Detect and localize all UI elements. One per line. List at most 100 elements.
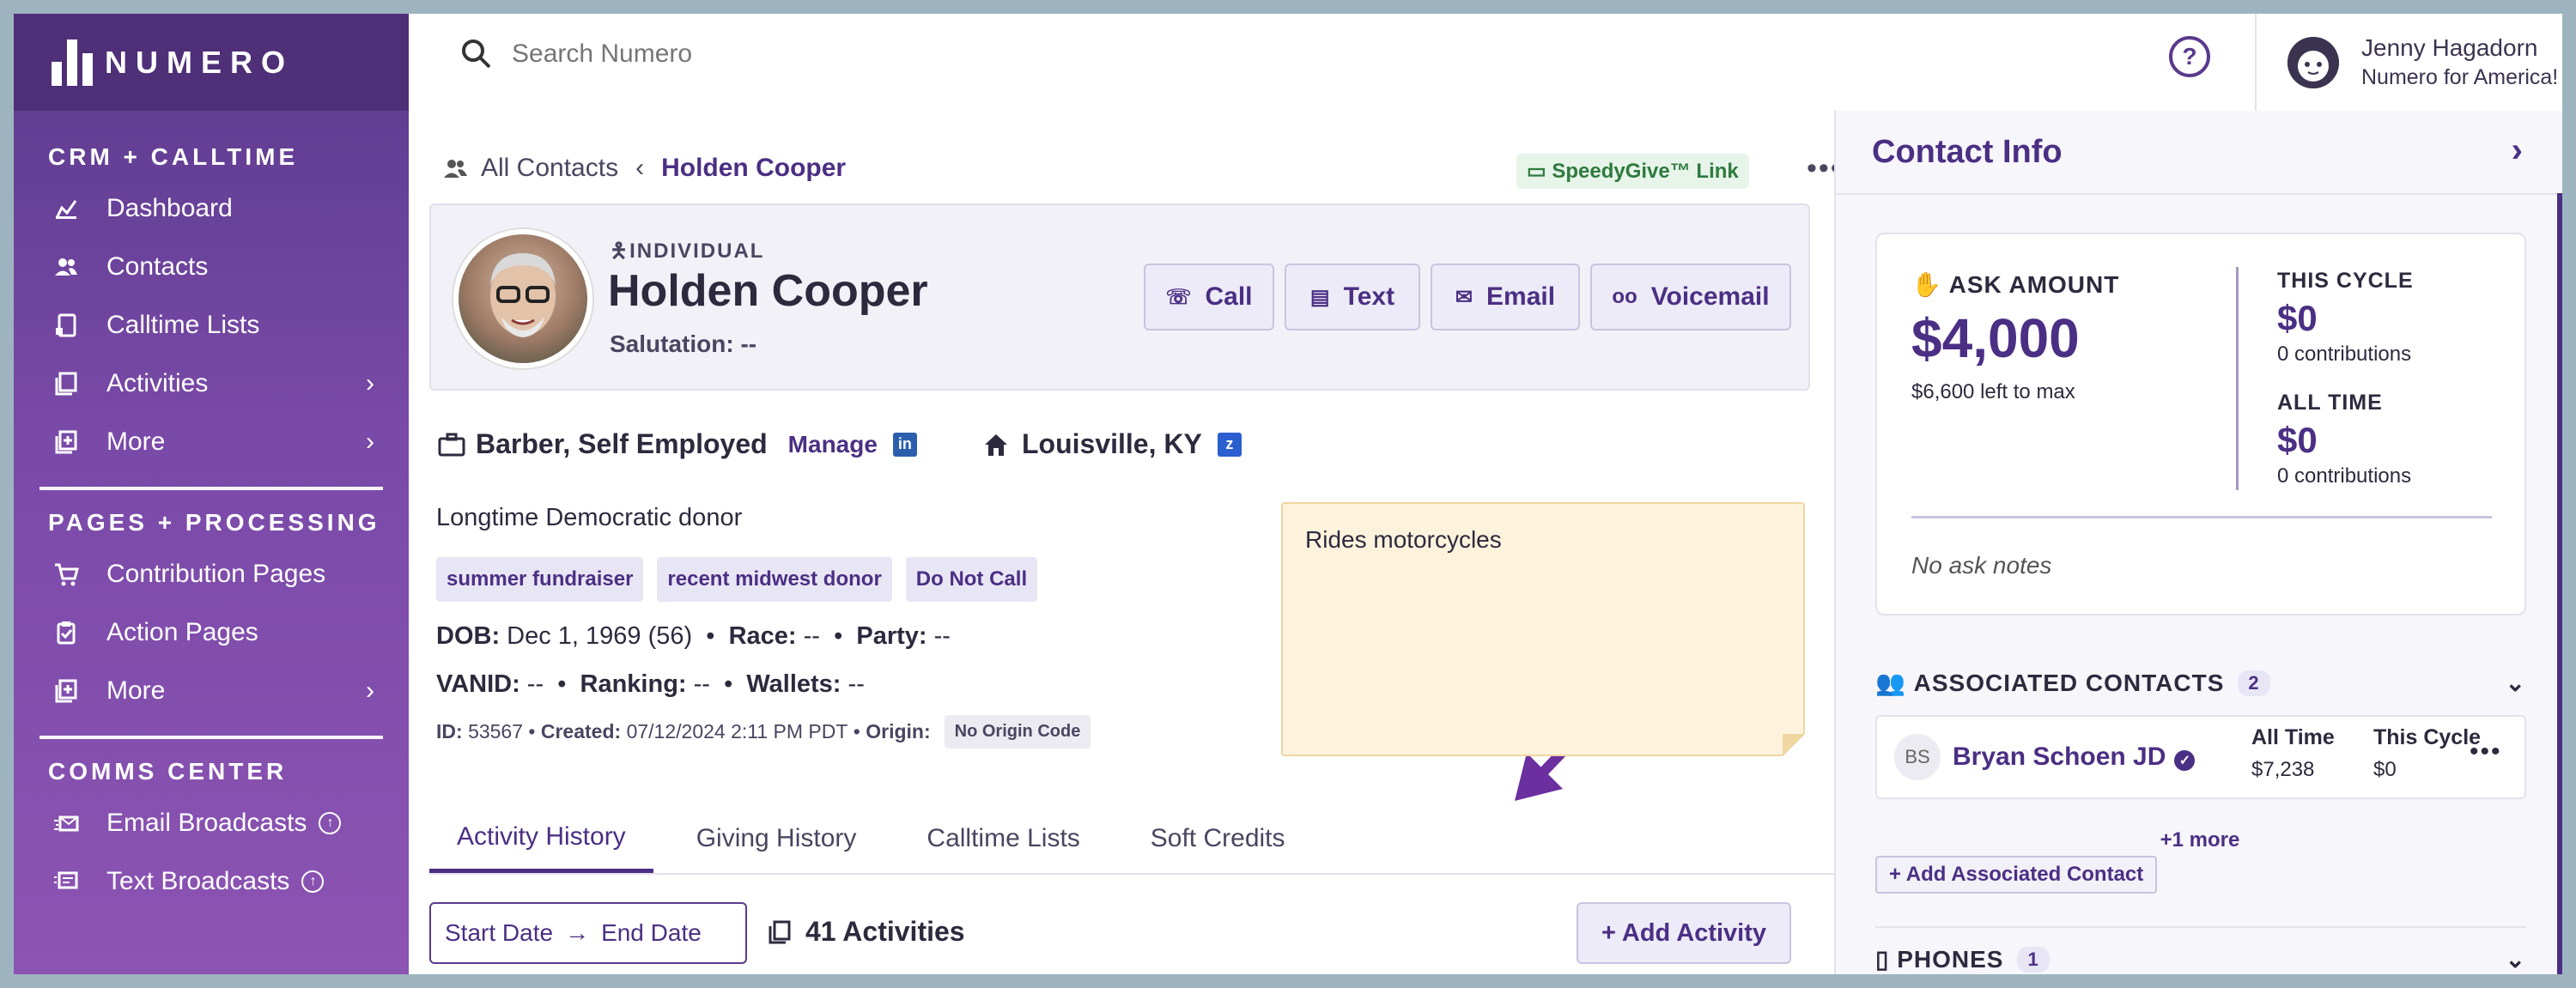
add-associated-contact-button[interactable]: + Add Associated Contact xyxy=(1875,856,2158,894)
sidebar-item-contribution-pages[interactable]: Contribution Pages xyxy=(14,545,409,603)
sidebar-item-label: More xyxy=(106,676,166,705)
sidebar-item-label: Email Broadcasts xyxy=(106,809,307,837)
tab-bar: Activity History Giving History Calltime… xyxy=(429,804,1834,875)
race-label: Race: xyxy=(728,622,797,650)
ask-amount-value[interactable]: $4,000 xyxy=(1911,306,2080,370)
linkedin-icon[interactable]: in xyxy=(892,432,917,457)
associated-contact-card[interactable]: BS Bryan Schoen JD ✓ All Time $7,238 This… xyxy=(1875,715,2526,799)
zillow-icon[interactable]: z xyxy=(1217,432,1242,457)
id-label: ID: xyxy=(436,720,463,743)
ranking-label: Ranking: xyxy=(580,670,687,698)
phone-icon: ☏ xyxy=(1165,285,1192,309)
associated-contacts-header[interactable]: 👥 ASSOCIATED CONTACTS 2 ⌄ xyxy=(1875,669,2526,697)
occupation-row: Barber, Self Employed Manage in xyxy=(438,428,917,460)
assoc-all-time-value: $7,238 xyxy=(2251,758,2315,781)
chevron-right-icon: › xyxy=(366,676,374,705)
ask-notes[interactable]: No ask notes xyxy=(1911,552,2051,579)
tab-calltime-lists[interactable]: Calltime Lists xyxy=(899,804,1107,873)
ask-amount-label: ✋ ASK AMOUNT xyxy=(1911,270,2119,299)
text-button[interactable]: ▤ Text xyxy=(1285,264,1420,330)
sidebar-item-action-pages[interactable]: Action Pages xyxy=(14,603,409,662)
panel-header: Contact Info › xyxy=(1836,111,2562,195)
message-icon: ▤ xyxy=(1309,285,1330,309)
voicemail-button[interactable]: oo Voicemail xyxy=(1590,264,1791,330)
logo[interactable]: NUMERO xyxy=(14,14,409,111)
top-bar: ? Jenny Hagadorn Numero for America! xyxy=(409,14,2562,112)
sidebar-item-more-crm[interactable]: More › xyxy=(14,413,409,471)
tag[interactable]: recent midwest donor xyxy=(657,557,892,602)
sidebar-item-dashboard[interactable]: Dashboard xyxy=(14,179,409,238)
tab-soft-credits[interactable]: Soft Credits xyxy=(1123,804,1313,873)
home-icon xyxy=(985,433,1007,456)
wallets-label: Wallets: xyxy=(746,670,841,698)
phones-count-badge: 1 xyxy=(2017,946,2050,973)
activity-count: 41 Activities xyxy=(768,916,965,948)
start-date[interactable]: Start Date xyxy=(445,919,553,947)
call-button[interactable]: ☏ Call xyxy=(1144,264,1274,330)
user-org: Numero for America! xyxy=(2361,65,2559,89)
sidebar-item-email-broadcasts[interactable]: Email Broadcasts ↑ xyxy=(14,794,409,852)
created-value: 07/12/2024 2:11 PM PDT xyxy=(626,720,848,743)
help-icon[interactable]: ? xyxy=(2169,36,2210,77)
email-button[interactable]: ✉ Email xyxy=(1431,264,1580,330)
breadcrumb-all-contacts[interactable]: All Contacts xyxy=(481,154,618,183)
speedygive-link[interactable]: ▭ SpeedyGive™ Link xyxy=(1516,154,1749,189)
search-bar[interactable] xyxy=(460,38,1029,70)
end-date[interactable]: End Date xyxy=(601,919,702,947)
panel-title: Contact Info xyxy=(1872,133,2063,170)
sidebar-item-label: Text Broadcasts xyxy=(106,867,290,895)
all-time-contributions: 0 contributions xyxy=(2277,464,2412,488)
meta-row: ID: 53567 • Created: 07/12/2024 2:11 PM … xyxy=(436,715,1091,749)
chevron-right-icon[interactable]: › xyxy=(2512,131,2523,170)
date-range-picker[interactable]: Start Date → End Date xyxy=(429,902,747,964)
dob-label: DOB: xyxy=(436,622,501,650)
sidebar-item-text-broadcasts[interactable]: Text Broadcasts ↑ xyxy=(14,852,409,911)
user-menu[interactable]: Jenny Hagadorn Numero for America! xyxy=(2255,14,2558,111)
sidebar-item-more-pages[interactable]: More › xyxy=(14,662,409,720)
contacts-icon xyxy=(444,160,467,178)
more-options-icon[interactable]: ••• xyxy=(2470,737,2502,767)
manage-link[interactable]: Manage xyxy=(788,431,878,458)
avatar: BS xyxy=(1894,734,1941,780)
associated-name-text: Bryan Schoen JD xyxy=(1953,743,2166,771)
tab-activity-history[interactable]: Activity History xyxy=(429,804,653,873)
demographics-row: DOB: Dec 1, 1969 (56) • Race: -- • Party… xyxy=(436,622,951,650)
app-window: NUMERO CRM + CALLTIME Dashboard Contacts… xyxy=(14,14,2562,974)
section-title-comms: COMMS CENTER xyxy=(48,758,288,785)
section-title-pages: PAGES + PROCESSING xyxy=(48,509,380,536)
sidebar-divider xyxy=(39,736,383,739)
sidebar-item-contacts[interactable]: Contacts xyxy=(14,238,409,296)
call-label: Call xyxy=(1205,282,1253,311)
sidebar-item-label: Activities xyxy=(106,369,209,397)
panel-scrollbar[interactable] xyxy=(2557,193,2562,974)
tag[interactable]: Do Not Call xyxy=(905,557,1038,602)
associated-contacts-title: ASSOCIATED CONTACTS xyxy=(1913,669,2225,696)
search-input[interactable] xyxy=(510,39,1029,70)
logo-text: NUMERO xyxy=(105,44,294,80)
associated-count-badge: 2 xyxy=(2238,670,2270,696)
action-pages-icon xyxy=(52,618,81,647)
search-icon xyxy=(462,39,491,69)
sidebar-item-activities[interactable]: Activities › xyxy=(14,355,409,413)
sticky-note[interactable]: Rides motorcycles xyxy=(1281,502,1805,756)
user-name: Jenny Hagadorn xyxy=(2361,34,2538,61)
activities-icon xyxy=(52,369,81,398)
envelope-icon: ✉ xyxy=(1455,285,1473,309)
chevron-down-icon[interactable]: ⌄ xyxy=(2506,669,2526,697)
cart-icon xyxy=(52,560,81,589)
sidebar-item-calltime-lists[interactable]: Calltime Lists xyxy=(14,296,409,355)
origin-badge: No Origin Code xyxy=(944,715,1091,749)
breadcrumb: All Contacts ‹ Holden Cooper xyxy=(443,154,846,183)
sidebar-item-label: Contribution Pages xyxy=(106,560,326,588)
breadcrumb-current: Holden Cooper xyxy=(661,154,847,182)
sidebar-item-label: Contacts xyxy=(106,252,209,281)
show-more-link[interactable]: +1 more xyxy=(1836,828,2562,852)
phones-header[interactable]: ▯ PHONES 1 ⌄ xyxy=(1875,926,2526,973)
add-activity-button[interactable]: + Add Activity xyxy=(1577,902,1791,964)
chevron-right-icon: › xyxy=(366,427,374,456)
tab-giving-history[interactable]: Giving History xyxy=(669,804,884,873)
speedygive-label: SpeedyGive™ Link xyxy=(1552,160,1739,183)
tag[interactable]: summer fundraiser xyxy=(436,557,644,602)
chevron-down-icon[interactable]: ⌄ xyxy=(2506,945,2526,973)
associated-contact-name[interactable]: Bryan Schoen JD ✓ xyxy=(1953,743,2196,772)
